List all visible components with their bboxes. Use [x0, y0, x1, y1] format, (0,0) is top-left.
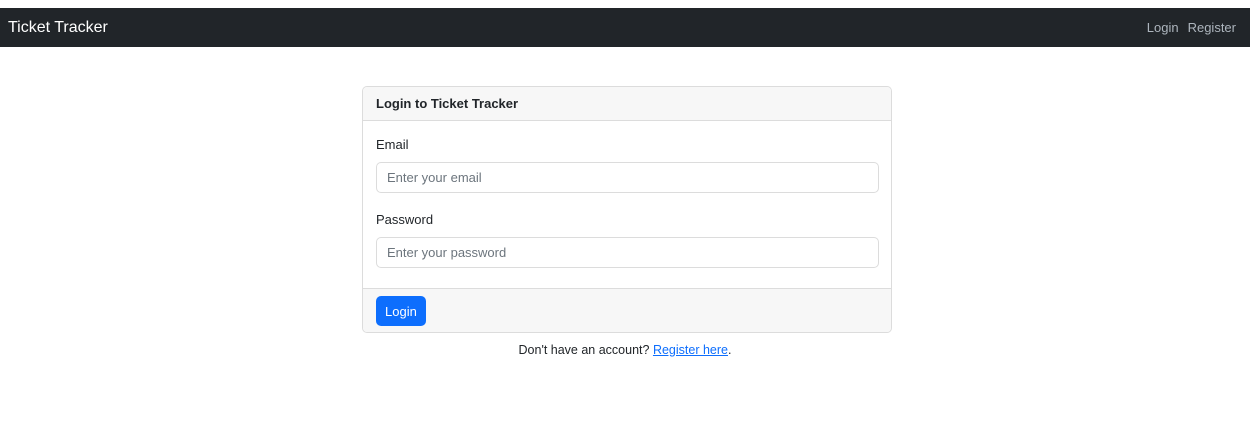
login-card-title: Login to Ticket Tracker [363, 87, 891, 121]
login-card-footer: Login [363, 288, 891, 332]
navbar: Ticket Tracker Login Register [0, 8, 1250, 47]
password-input[interactable] [376, 237, 879, 268]
email-input[interactable] [376, 162, 879, 193]
register-here-link[interactable]: Register here [653, 343, 728, 357]
login-button[interactable]: Login [376, 296, 426, 326]
nav-link-register[interactable]: Register [1188, 20, 1236, 35]
register-prompt: Don't have an account? Register here. [0, 343, 1250, 357]
register-prompt-suffix: . [728, 343, 732, 357]
navbar-links: Login Register [1147, 20, 1236, 35]
top-strip [0, 0, 1250, 8]
navbar-brand[interactable]: Ticket Tracker [8, 19, 108, 37]
login-card: Login to Ticket Tracker Email Password L… [362, 86, 892, 333]
login-form: Email Password [363, 121, 891, 288]
nav-link-login[interactable]: Login [1147, 20, 1179, 35]
register-prompt-text: Don't have an account? [518, 343, 650, 357]
email-label: Email [376, 137, 409, 152]
password-label: Password [376, 212, 434, 227]
